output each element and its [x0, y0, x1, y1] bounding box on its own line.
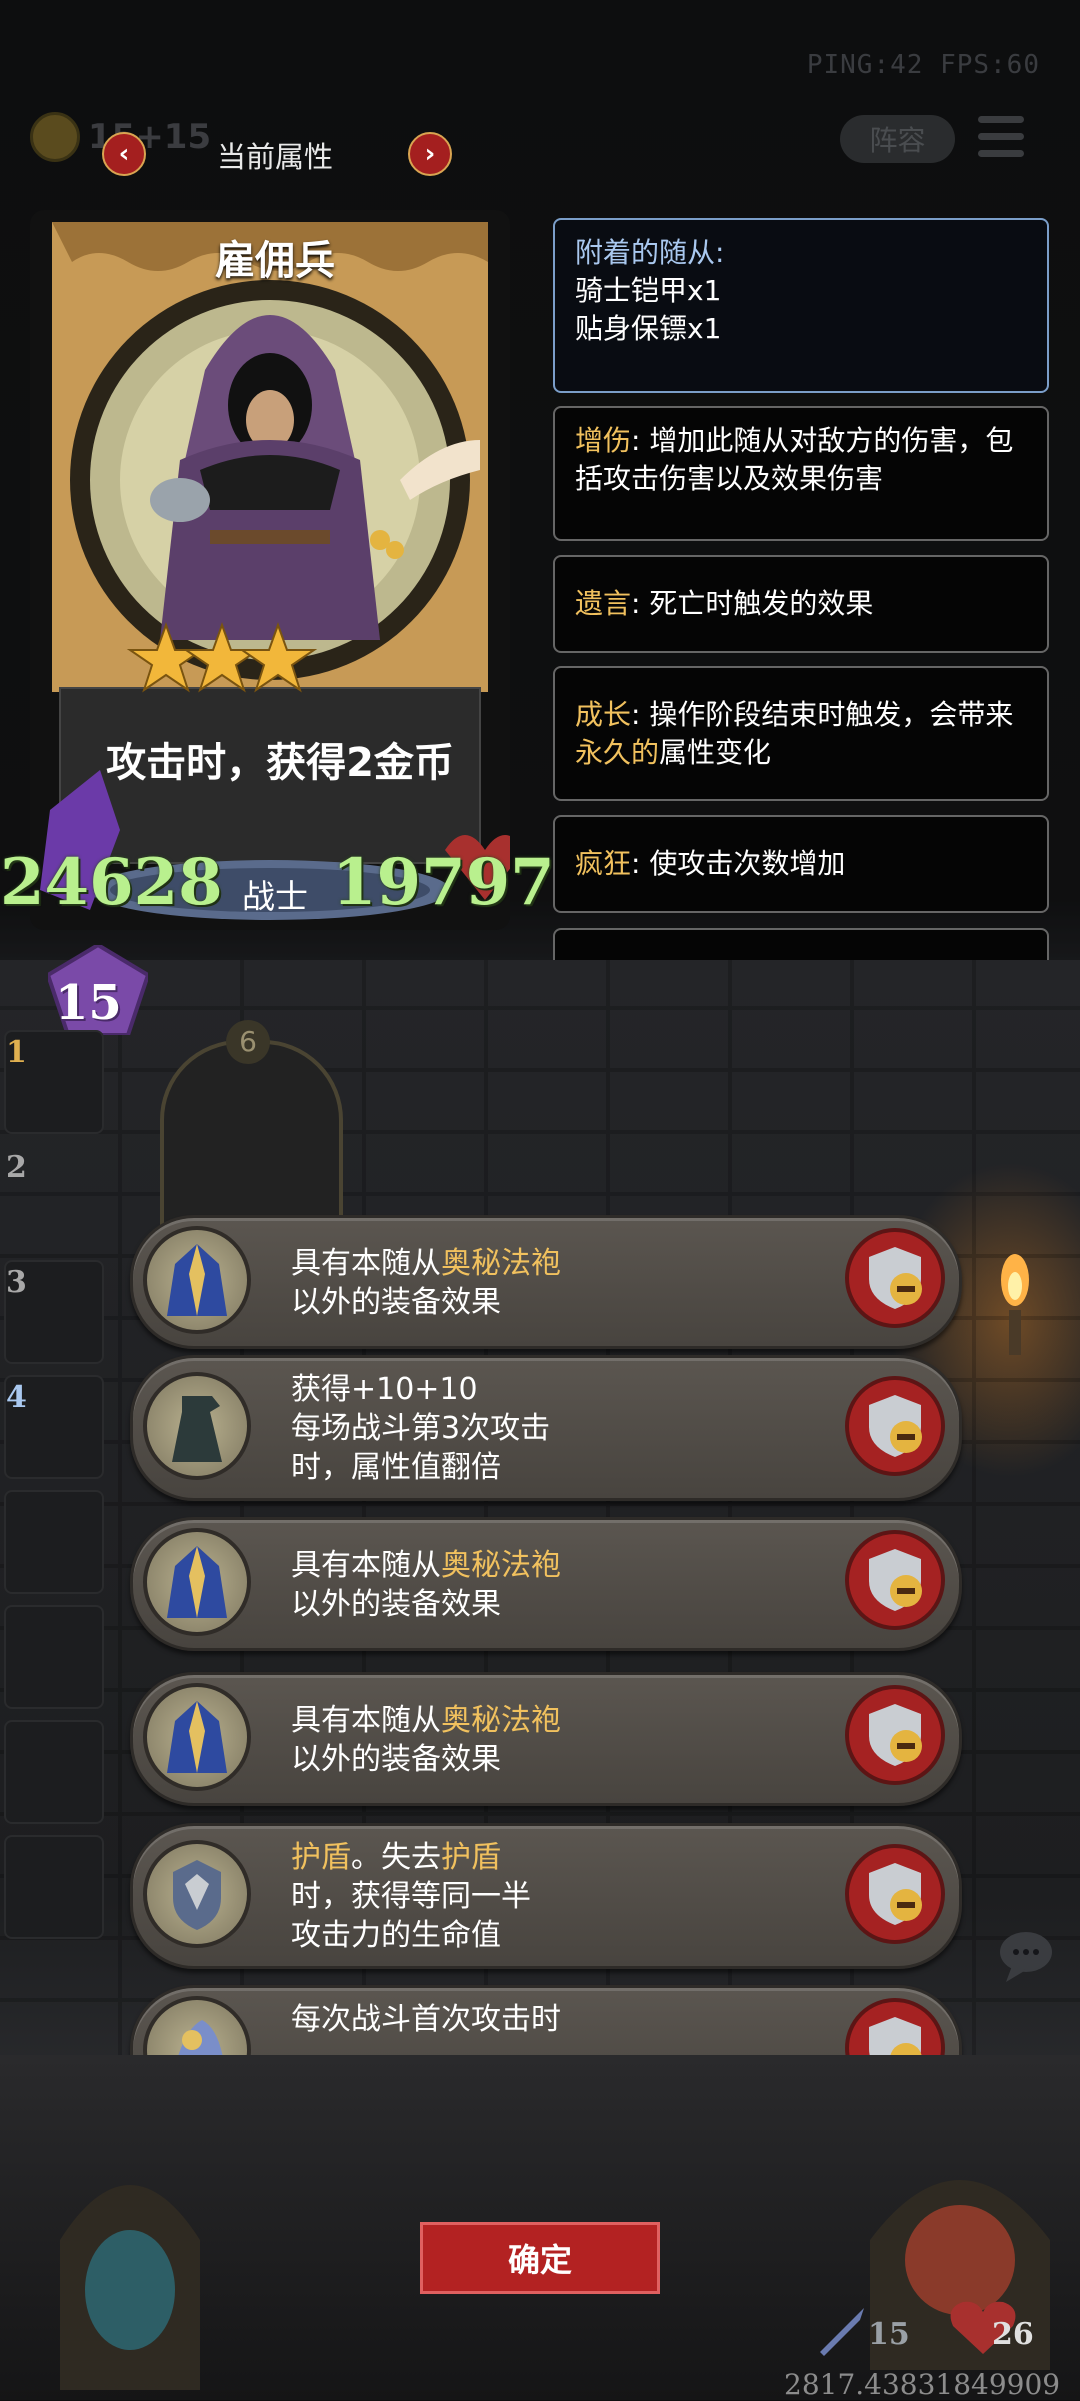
ping-fps-readout: PING:42 FPS:60: [806, 50, 1040, 80]
shield-minus-icon: [869, 2017, 922, 2055]
mirror-icon: [60, 2185, 200, 2390]
desc-keyword: 奥秘法袍: [441, 1703, 561, 1738]
chevron-left-icon: ‹: [118, 139, 130, 169]
chevron-right-icon: ›: [424, 139, 436, 169]
keyword-panel-partial: [553, 928, 1049, 960]
attr-title: 当前属性: [216, 140, 333, 174]
desc-line2: 以外的装备效果: [291, 1742, 501, 1777]
equipment-desc: 获得+10+10 每场战斗第3次攻击 时，属性值翻倍: [291, 1370, 831, 1487]
desc-line2: 以外的装备效果: [291, 1587, 501, 1622]
hero-level: 6: [226, 1020, 270, 1064]
keyword-deathrattle: 遗言: [575, 587, 632, 620]
equipment-desc: 每次战斗首次攻击时: [291, 2000, 831, 2039]
desc-keyword: 奥秘法袍: [441, 1246, 561, 1281]
lineup-label: 阵容: [869, 124, 926, 157]
attached-item-1: 骑士铠甲x1: [575, 274, 722, 307]
keyword-deathrattle-desc: : 死亡时触发的效果: [631, 587, 874, 620]
desc-text: 具有本随从: [291, 1703, 441, 1738]
equipment-item: 获得+10+10 每场战斗第3次攻击 时，属性值翻倍: [130, 1355, 962, 1501]
keyword-frenzy: 疯狂: [575, 847, 632, 880]
desc-keyword: 护盾: [441, 1840, 501, 1875]
keyword-damage: 增伤: [575, 424, 632, 457]
shield-minus-icon: [869, 1704, 922, 1766]
desc-keyword: 护盾: [291, 1840, 351, 1875]
equipment-desc: 具有本随从奥秘法袍 以外的装备效果: [291, 1701, 831, 1779]
coin-icon: [30, 112, 80, 162]
equipment-desc: 护盾。失去护盾 时，获得等同一半 攻击力的生命值: [291, 1838, 831, 1955]
equipment-item: 每次战斗首次攻击时: [130, 1985, 962, 2055]
remove-equipment-button[interactable]: [845, 1998, 945, 2055]
minion-name: 雇佣兵: [215, 238, 335, 284]
attached-title: 附着的随从:: [575, 236, 725, 269]
keyword-damage-panel: 增伤: 增加此随从对敌方的伤害，包括攻击伤害以及效果伤害: [553, 406, 1049, 541]
equipment-list[interactable]: 具有本随从奥秘法袍 以外的装备效果 获得+10+10 每场战斗第3次攻击 时，属…: [0, 1205, 1080, 2055]
shadow-cloak-icon: [143, 1372, 251, 1480]
minion-card: [30, 210, 510, 930]
attached-minions-panel: 附着的随从: 骑士铠甲x1 贴身保镖x1: [553, 218, 1049, 393]
keyword-frenzy-desc: : 使攻击次数增加: [631, 847, 846, 880]
confirm-button[interactable]: 确定: [420, 2222, 660, 2294]
attack-value: 24628: [0, 845, 223, 920]
remove-equipment-button[interactable]: [845, 1376, 945, 1476]
desc-line2: 时，获得等同一半: [291, 1879, 531, 1914]
desc-text: 具有本随从: [291, 1246, 441, 1281]
keyword-growth: 成长: [575, 698, 632, 731]
shield-minus-icon: [869, 1247, 922, 1309]
lineup-button[interactable]: 阵容: [840, 115, 955, 163]
equipment-item: 具有本随从奥秘法袍 以外的装备效果: [130, 1517, 962, 1651]
robe-icon: [143, 1683, 251, 1791]
keyword-damage-desc: : 增加此随从对敌方的伤害，包括攻击伤害以及效果伤害: [575, 424, 1014, 495]
desc-line3: 攻击力的生命值: [291, 1918, 501, 1953]
keyword-frenzy-panel: 疯狂: 使攻击次数增加: [553, 815, 1049, 913]
robe-icon: [143, 1226, 251, 1334]
remove-equipment-button[interactable]: [845, 1844, 945, 1944]
desc-line2: 每场战斗第3次攻击: [291, 1411, 551, 1446]
class-label: 战士: [242, 877, 308, 916]
confirm-label: 确定: [507, 2241, 572, 2279]
position-readout: 2817.43831849909: [784, 2368, 1061, 2401]
robe-icon: [143, 1528, 251, 1636]
keyword-permanent: 永久的: [575, 736, 660, 769]
level-number: 15: [55, 975, 122, 1031]
desc-text: 。失去: [351, 1840, 441, 1875]
sword-icon: [820, 2308, 864, 2356]
attached-item-2: 贴身保镖x1: [575, 312, 722, 345]
bottom-attack-stat: 15: [868, 2317, 910, 2352]
spirit-icon: [143, 1996, 251, 2055]
desc-text: 每次战斗首次攻击时: [291, 2002, 561, 2037]
prev-attr-button[interactable]: ‹: [102, 132, 146, 176]
shield-minus-icon: [869, 1395, 922, 1457]
equipment-item: 具有本随从奥秘法袍 以外的装备效果: [130, 1672, 962, 1806]
bench-slot-number: 2: [6, 1150, 27, 1185]
equipment-item: 具有本随从奥秘法袍 以外的装备效果: [130, 1215, 962, 1349]
remove-equipment-button[interactable]: [845, 1228, 945, 1328]
bench-slot-number: 1: [6, 1035, 27, 1070]
keyword-growth-desc2: 属性变化: [659, 736, 772, 769]
next-attr-button[interactable]: ›: [408, 132, 452, 176]
equipment-desc: 具有本随从奥秘法袍 以外的装备效果: [291, 1546, 831, 1624]
equipment-desc: 具有本随从奥秘法袍 以外的装备效果: [291, 1244, 831, 1322]
desc-text: 具有本随从: [291, 1548, 441, 1583]
remove-equipment-button[interactable]: [845, 1685, 945, 1785]
keyword-growth-desc1: : 操作阶段结束时触发，会带来: [631, 698, 1014, 731]
shield-minus-icon: [869, 1549, 922, 1611]
dragon-shield-icon: [143, 1840, 251, 1948]
chat-icon[interactable]: [998, 1928, 1058, 1984]
desc-keyword: 奥秘法袍: [441, 1548, 561, 1583]
desc-text: 获得+10+10: [291, 1372, 478, 1407]
remove-equipment-button[interactable]: [845, 1530, 945, 1630]
menu-icon[interactable]: [978, 116, 1024, 158]
minion-ability: 攻击时，获得2金币: [106, 740, 454, 786]
shield-minus-icon: [869, 1863, 922, 1925]
desc-line2: 以外的装备效果: [291, 1285, 501, 1320]
keyword-growth-panel: 成长: 操作阶段结束时触发，会带来永久的属性变化: [553, 666, 1049, 801]
keyword-deathrattle-panel: 遗言: 死亡时触发的效果: [553, 555, 1049, 653]
bottom-health-stat: 26: [992, 2317, 1034, 2352]
equipment-item: 护盾。失去护盾 时，获得等同一半 攻击力的生命值: [130, 1823, 962, 1969]
desc-line3: 时，属性值翻倍: [291, 1450, 501, 1485]
